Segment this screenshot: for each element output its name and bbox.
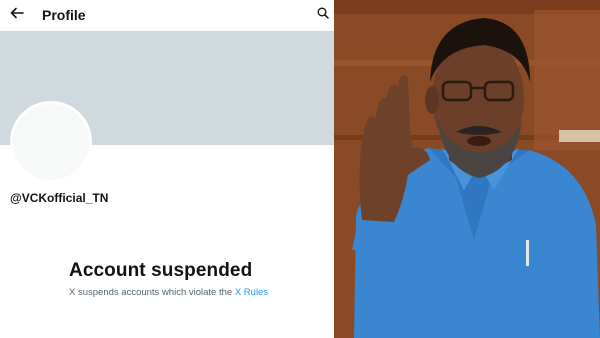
suspension-message: X suspends accounts which violate the X … xyxy=(69,287,268,298)
top-bar: Profile xyxy=(0,0,334,31)
search-button[interactable] xyxy=(315,7,331,23)
x-rules-link[interactable]: X Rules xyxy=(235,287,268,298)
person-photo xyxy=(334,0,600,338)
page-title: Profile xyxy=(42,7,86,23)
avatar xyxy=(10,101,92,183)
profile-screenshot-panel: Profile @VCKofficial_TN Account suspende… xyxy=(0,0,334,338)
back-arrow-icon xyxy=(10,6,24,24)
suspension-message-text: X suspends accounts which violate the xyxy=(69,287,233,298)
back-button[interactable] xyxy=(8,6,26,24)
profile-handle: @VCKofficial_TN xyxy=(10,191,109,205)
suspension-title: Account suspended xyxy=(69,260,253,281)
search-icon xyxy=(317,6,329,24)
